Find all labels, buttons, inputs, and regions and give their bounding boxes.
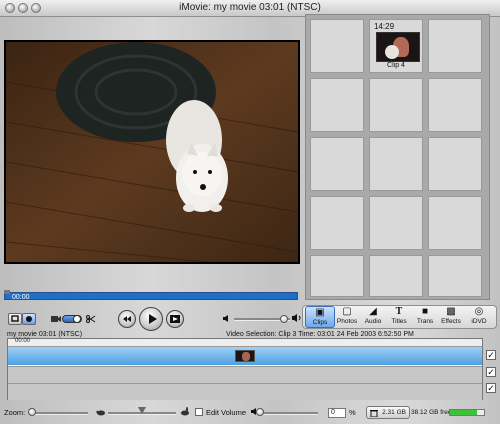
timeline-clip[interactable] bbox=[235, 350, 255, 362]
effects-icon: ▩ bbox=[446, 306, 456, 317]
free-space-fill bbox=[450, 410, 478, 415]
free-space-label: 38.12 GB free bbox=[411, 409, 452, 416]
scissors-icon bbox=[86, 315, 96, 323]
rewind-button[interactable] bbox=[118, 310, 136, 328]
trash-size: 2.31 GB bbox=[382, 409, 406, 416]
tab-effects[interactable]: ▩ Effects bbox=[436, 306, 466, 328]
clip-slot[interactable] bbox=[428, 19, 482, 73]
movie-info: my movie 03:01 (NTSC) bbox=[7, 331, 83, 338]
clips-icon: ▣ bbox=[315, 307, 325, 318]
clip-slot[interactable] bbox=[310, 137, 364, 191]
zoom-label: Zoom: bbox=[4, 408, 26, 417]
camera-edit-mode-switch[interactable] bbox=[62, 315, 82, 323]
play-button[interactable] bbox=[139, 307, 163, 331]
edit-volume-label: Edit Volume bbox=[206, 408, 247, 417]
trash-button[interactable]: 2.31 GB bbox=[366, 406, 410, 419]
video-track[interactable] bbox=[8, 347, 482, 365]
zoom-slider[interactable] bbox=[30, 412, 88, 415]
clip-volume-slider[interactable] bbox=[262, 412, 318, 415]
speed-knob[interactable] bbox=[138, 407, 146, 414]
clip-slot[interactable] bbox=[369, 78, 423, 132]
timeline[interactable]: 00:00 bbox=[7, 338, 483, 400]
selection-info: Video Selection: Clip 3 Time: 03:01 24 F… bbox=[226, 331, 414, 338]
speaker-high-icon bbox=[292, 314, 301, 322]
audio-track-1[interactable] bbox=[8, 366, 482, 383]
ruler-timecode: 00:00 bbox=[15, 338, 31, 344]
tab-idvd[interactable]: ◎ iDVD bbox=[464, 306, 494, 328]
speaker-low-icon bbox=[223, 315, 228, 322]
volume-knob[interactable] bbox=[280, 315, 288, 323]
play-icon bbox=[149, 314, 157, 324]
timeline-ruler[interactable]: 00:00 bbox=[8, 338, 482, 347]
clip-slot[interactable] bbox=[310, 255, 364, 297]
free-space-meter bbox=[449, 409, 485, 416]
turtle-icon bbox=[96, 410, 105, 416]
clip-viewer-icon bbox=[11, 315, 19, 322]
playhead-timecode: 00:00 bbox=[12, 294, 30, 301]
audio-track-1-checkbox[interactable]: ✓ bbox=[486, 367, 496, 377]
clip-slot[interactable] bbox=[428, 196, 482, 250]
playhead[interactable] bbox=[4, 290, 10, 294]
clip-slot[interactable] bbox=[369, 196, 423, 250]
clip-name: Clip 4 bbox=[387, 62, 405, 69]
edit-volume-checkbox[interactable] bbox=[195, 408, 203, 416]
timeline-viewer-icon bbox=[26, 316, 32, 322]
percent-sign: % bbox=[349, 408, 356, 417]
clip-slot-clip-4[interactable]: 14:29 Clip 4 bbox=[369, 19, 423, 73]
clip-view-toggle[interactable] bbox=[8, 313, 22, 325]
clip-thumbnail bbox=[376, 32, 420, 62]
clip-slot[interactable] bbox=[428, 255, 482, 297]
window-title: iMovie: my movie 03:01 (NTSC) bbox=[179, 2, 321, 13]
scrubber-bar[interactable] bbox=[4, 292, 298, 300]
clip-slot[interactable] bbox=[369, 137, 423, 191]
fullscreen-play-button[interactable] bbox=[166, 310, 184, 328]
timeline-view-toggle[interactable] bbox=[22, 313, 36, 325]
clip-slot[interactable] bbox=[310, 19, 364, 73]
clip-duration: 14:29 bbox=[374, 22, 395, 31]
clip-slot[interactable] bbox=[428, 137, 482, 191]
trash-icon bbox=[370, 410, 378, 417]
clips-pane: 14:29 Clip 4 bbox=[305, 14, 490, 300]
dog-video-frame bbox=[6, 42, 298, 262]
video-track-checkbox[interactable]: ✓ bbox=[486, 350, 496, 360]
clip-slot[interactable] bbox=[428, 78, 482, 132]
clip-slot[interactable] bbox=[310, 78, 364, 132]
rewind-icon bbox=[123, 316, 131, 322]
clip-slot[interactable] bbox=[369, 255, 423, 297]
camera-icon bbox=[51, 316, 61, 322]
audio-track-2-checkbox[interactable]: ✓ bbox=[486, 383, 496, 393]
dvd-icon: ◎ bbox=[474, 306, 484, 317]
fullscreen-play-icon bbox=[170, 315, 180, 323]
clip-volume-knob[interactable] bbox=[256, 408, 264, 416]
audio-track-2[interactable] bbox=[8, 383, 482, 400]
rabbit-icon bbox=[181, 407, 189, 416]
tab-clips[interactable]: ▣ Clips bbox=[305, 306, 335, 328]
zoom-knob[interactable] bbox=[28, 408, 36, 416]
video-monitor[interactable] bbox=[6, 42, 298, 262]
clip-slot[interactable] bbox=[310, 196, 364, 250]
volume-percent-field[interactable]: 0 bbox=[328, 408, 346, 418]
imovie-window: iMovie: my movie 03:01 (NTSC) 00:00 14:2… bbox=[0, 0, 500, 424]
